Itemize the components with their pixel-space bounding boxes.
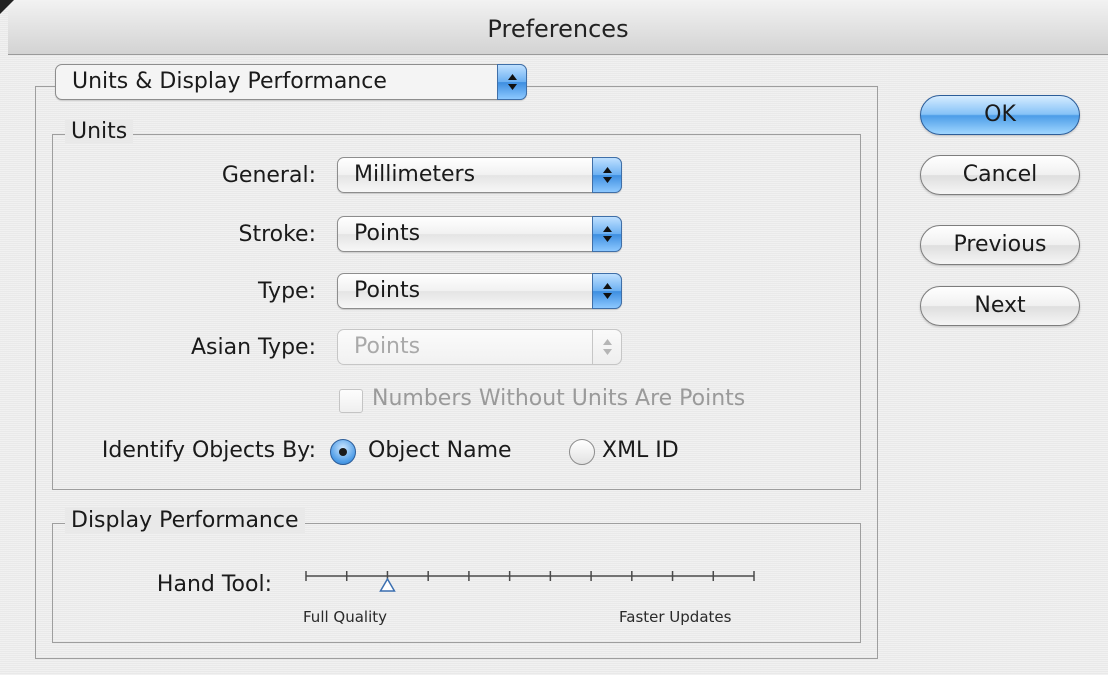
popup-arrows-icon <box>592 329 622 365</box>
full-quality-caption: Full Quality <box>303 608 388 626</box>
slider-thumb <box>379 577 396 592</box>
identify-objects-label: Identify Objects By: <box>101 438 316 463</box>
ok-button[interactable]: OK <box>920 95 1080 135</box>
type-units-select[interactable]: Points <box>337 273 622 309</box>
stroke-label: Stroke: <box>238 222 316 247</box>
numbers-without-units-checkbox[interactable] <box>339 389 363 413</box>
numbers-without-units-label: Numbers Without Units Are Points <box>372 386 746 411</box>
asian-type-label: Asian Type: <box>191 335 316 360</box>
window-corner <box>0 0 14 14</box>
xml-id-radio-label[interactable]: XML ID <box>602 438 679 463</box>
asian-type-units-value: Points <box>354 334 421 359</box>
popup-arrows-icon <box>592 273 622 309</box>
popup-arrows-icon <box>497 64 527 100</box>
next-button[interactable]: Next <box>920 286 1080 326</box>
general-units-select[interactable]: Millimeters <box>337 157 622 193</box>
object-name-radio[interactable] <box>330 439 356 465</box>
radio-selected-dot <box>339 448 347 456</box>
general-label: General: <box>221 163 316 188</box>
cancel-button[interactable]: Cancel <box>920 155 1080 195</box>
type-label: Type: <box>258 279 316 304</box>
type-units-value: Points <box>354 278 421 303</box>
hand-tool-label: Hand Tool: <box>156 572 272 597</box>
stroke-units-select[interactable]: Points <box>337 216 622 252</box>
object-name-radio-label[interactable]: Object Name <box>368 438 512 463</box>
hand-tool-slider[interactable] <box>298 562 762 602</box>
popup-arrows-icon <box>592 216 622 252</box>
previous-button[interactable]: Previous <box>920 225 1080 265</box>
xml-id-radio[interactable] <box>569 439 595 465</box>
popup-arrows-icon <box>592 157 622 193</box>
general-units-value: Millimeters <box>354 162 476 187</box>
asian-type-units-select[interactable]: Points <box>337 329 622 365</box>
faster-updates-caption: Faster Updates <box>619 608 732 626</box>
stroke-units-value: Points <box>354 221 421 246</box>
panel-select-popup[interactable]: Units & Display Performance <box>55 64 527 100</box>
units-group-title: Units <box>65 119 134 144</box>
title-bar: Preferences <box>0 0 1108 55</box>
window-title: Preferences <box>487 15 629 43</box>
panel-select-value: Units & Display Performance <box>72 69 387 94</box>
display-performance-group-title: Display Performance <box>65 508 305 533</box>
